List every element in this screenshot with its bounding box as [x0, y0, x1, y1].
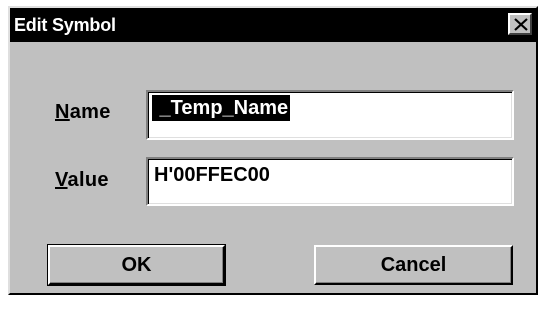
close-button[interactable]	[508, 13, 532, 35]
value-input-value: H'00FFEC00	[154, 164, 270, 186]
cancel-button[interactable]: Cancel	[314, 245, 513, 285]
ok-button[interactable]: OK	[47, 244, 226, 286]
value-label-mnemonic: V	[55, 169, 68, 191]
close-x-icon	[514, 18, 528, 31]
name-input[interactable]: _Temp_Name	[146, 90, 514, 140]
name-label: Name	[55, 101, 111, 124]
cancel-button-label: Cancel	[380, 254, 447, 276]
value-input[interactable]: H'00FFEC00	[146, 157, 514, 206]
name-label-text: ame	[69, 101, 111, 123]
value-label: Value	[55, 169, 109, 192]
ok-button-label: OK	[121, 254, 152, 276]
title-bar[interactable]: Edit Symbol	[10, 8, 536, 42]
name-input-value: _Temp_Name	[152, 95, 291, 121]
window-title: Edit Symbol	[14, 15, 116, 35]
name-label-mnemonic: N	[55, 101, 70, 123]
edit-symbol-dialog: Edit Symbol Name _Temp_Name Value H'00FF…	[8, 6, 538, 295]
value-label-text: alue	[67, 169, 109, 191]
